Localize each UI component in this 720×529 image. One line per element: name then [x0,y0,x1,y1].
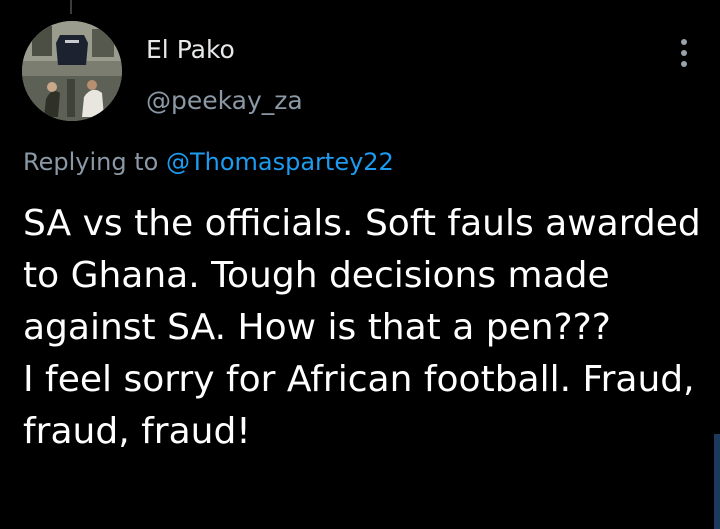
avatar-image [22,21,122,121]
tweet-text: SA vs the officials. Soft fauls awarded … [23,203,701,452]
reply-mention-link[interactable]: @Thomaspartey22 [166,148,394,176]
author-handle[interactable]: @peekay_za [146,85,303,117]
vertical-ellipsis-icon [681,39,687,45]
edge-accent-bar [714,434,720,529]
author-display-name[interactable]: El Pako [146,34,235,66]
avatar[interactable] [22,21,122,121]
vertical-ellipsis-icon-dot [681,61,687,67]
more-options-button[interactable] [670,34,698,72]
thread-connector-line [70,0,72,14]
vertical-ellipsis-icon-dot [681,50,687,56]
replying-to-prefix: Replying to [23,148,159,176]
replying-to-line: Replying to @Thomaspartey22 [23,146,394,178]
